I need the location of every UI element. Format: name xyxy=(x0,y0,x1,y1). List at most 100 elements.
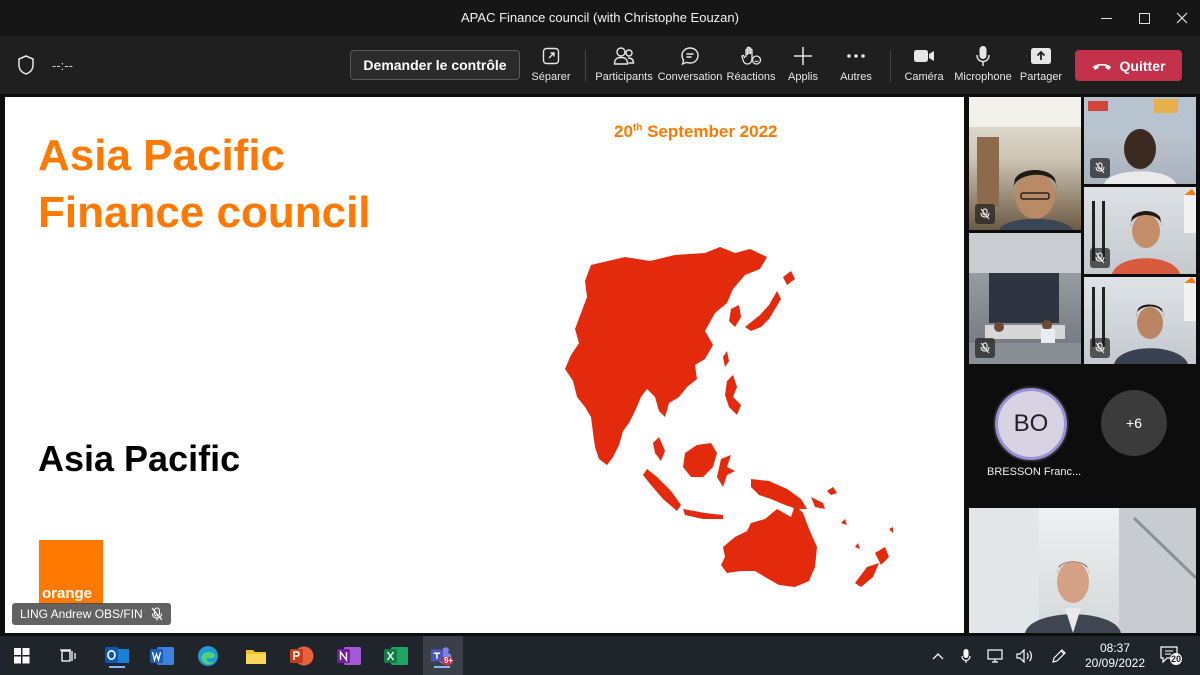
orange-logo: orange xyxy=(39,540,103,604)
slide-title: Asia Pacific Finance council xyxy=(38,127,371,241)
leave-meeting-button[interactable]: Quitter xyxy=(1075,50,1182,81)
more-options-button[interactable]: Autres xyxy=(836,44,876,88)
window-titlebar: APAC Finance council (with Christophe Eo… xyxy=(0,0,1200,36)
mic-off-icon xyxy=(980,342,990,354)
slide-date-rest: September 2022 xyxy=(642,122,778,141)
maximize-icon xyxy=(1138,12,1150,24)
notification-center-button[interactable]: 20 xyxy=(1160,645,1182,670)
shared-slide: Asia Pacific Finance council 20th Septem… xyxy=(5,97,964,633)
volume-icon xyxy=(1016,649,1032,663)
more-participants-button[interactable]: +6 xyxy=(1101,390,1167,456)
edge-app[interactable] xyxy=(196,644,220,668)
show-hidden-icons-button[interactable] xyxy=(926,644,950,668)
camera-icon xyxy=(914,50,934,62)
asia-pacific-map xyxy=(565,247,893,587)
maximize-button[interactable] xyxy=(1124,6,1164,30)
mic-off-badge xyxy=(1090,338,1110,358)
onenote-icon xyxy=(337,647,361,665)
tray-microphone[interactable] xyxy=(954,644,978,668)
raise-hand-icon xyxy=(741,46,762,65)
popout-icon xyxy=(542,47,560,65)
tray-volume[interactable] xyxy=(1013,644,1037,668)
excel-icon xyxy=(384,647,408,665)
edge-icon xyxy=(198,646,218,666)
powerpoint-icon xyxy=(290,646,314,666)
reactions-button[interactable]: Réactions xyxy=(727,44,775,88)
start-button[interactable] xyxy=(10,644,34,668)
excel-app[interactable] xyxy=(384,644,408,668)
participant-avatar[interactable]: BO xyxy=(995,388,1067,460)
participant-avatar-name: BRESSON Franc... xyxy=(987,466,1082,478)
mic-off-badge xyxy=(1090,248,1110,268)
leave-meeting-label: Quitter xyxy=(1119,57,1166,74)
toolbar-divider xyxy=(585,50,586,82)
request-control-button[interactable]: Demander le contrôle xyxy=(350,50,520,80)
windows-start-icon xyxy=(14,648,30,664)
window-title: APAC Finance council (with Christophe Eo… xyxy=(461,10,739,25)
orange-logo-text: orange xyxy=(42,585,93,602)
conversation-button[interactable]: Conversation xyxy=(658,44,722,88)
people-icon xyxy=(613,47,635,65)
meeting-toolbar: --:-- Demander le contrôle Séparer Parti… xyxy=(0,36,1200,94)
slide-title-line1: Asia Pacific xyxy=(38,131,286,180)
clock-date: 20/09/2022 xyxy=(1084,656,1146,670)
outlook-icon xyxy=(105,647,129,663)
powerpoint-app[interactable] xyxy=(290,644,314,668)
reactions-label: Réactions xyxy=(726,71,776,83)
presenter-name-tag: LING Andrew OBS/FIN xyxy=(12,603,171,625)
onenote-app[interactable] xyxy=(337,644,361,668)
close-button[interactable] xyxy=(1162,6,1200,30)
pen-icon xyxy=(1052,649,1066,663)
mic-off-icon xyxy=(1095,252,1105,264)
slide-title-line2: Finance council xyxy=(38,188,371,237)
mic-off-badge xyxy=(975,204,995,224)
word-app[interactable] xyxy=(150,644,174,668)
task-view-button[interactable] xyxy=(56,644,80,668)
task-view-icon xyxy=(60,649,76,662)
chevron-up-icon xyxy=(932,653,944,660)
chat-icon xyxy=(681,47,699,66)
slide-date-day: 20 xyxy=(614,122,633,141)
minimize-button[interactable] xyxy=(1086,6,1126,30)
slide-date-suffix: th xyxy=(632,122,643,134)
taskbar-clock[interactable]: 08:37 20/09/2022 xyxy=(1080,641,1150,671)
mic-off-badge xyxy=(975,338,995,358)
windows-taskbar: 9+ 08:37 20/09/2022 20 xyxy=(0,636,1200,675)
participant-video-tile[interactable] xyxy=(1084,97,1196,184)
microphone-icon xyxy=(961,649,971,663)
outlook-app[interactable] xyxy=(105,644,129,668)
tray-pen[interactable] xyxy=(1047,644,1071,668)
participant-video-tile[interactable] xyxy=(969,97,1081,230)
file-explorer-icon xyxy=(246,650,266,664)
file-explorer-app[interactable] xyxy=(244,644,268,668)
participant-video-tile[interactable] xyxy=(1084,277,1196,364)
apps-label: Applis xyxy=(788,71,818,83)
slide-date: 20th September 2022 xyxy=(614,122,778,142)
apps-button[interactable]: Applis xyxy=(785,44,821,88)
tray-network[interactable] xyxy=(984,644,1008,668)
participants-label: Participants xyxy=(595,71,653,83)
network-icon xyxy=(987,649,1003,663)
participant-video-tile[interactable] xyxy=(969,233,1081,364)
popout-button[interactable]: Séparer xyxy=(531,44,571,88)
shield-icon[interactable] xyxy=(17,55,35,75)
share-button[interactable]: Partager xyxy=(1020,44,1062,88)
slide-subtitle: Asia Pacific xyxy=(38,438,241,479)
more-options-label: Autres xyxy=(840,71,872,83)
conversation-label: Conversation xyxy=(657,71,723,83)
mic-off-badge xyxy=(1090,158,1110,178)
teams-app[interactable]: 9+ xyxy=(430,644,454,668)
toolbar-divider xyxy=(890,50,891,82)
camera-button[interactable]: Caméra xyxy=(904,44,944,88)
presenter-name: LING Andrew OBS/FIN xyxy=(20,607,143,621)
meeting-timer: --:-- xyxy=(52,58,73,73)
clock-time: 08:37 xyxy=(1099,641,1131,655)
microphone-button[interactable]: Microphone xyxy=(953,44,1013,88)
participant-video-tile[interactable] xyxy=(1084,187,1196,274)
minimize-icon xyxy=(1100,17,1112,19)
mic-off-icon xyxy=(980,208,990,220)
participants-button[interactable]: Participants xyxy=(595,44,653,88)
mic-off-icon xyxy=(1095,162,1105,174)
plus-icon xyxy=(794,47,812,65)
self-video-tile[interactable] xyxy=(969,508,1196,633)
